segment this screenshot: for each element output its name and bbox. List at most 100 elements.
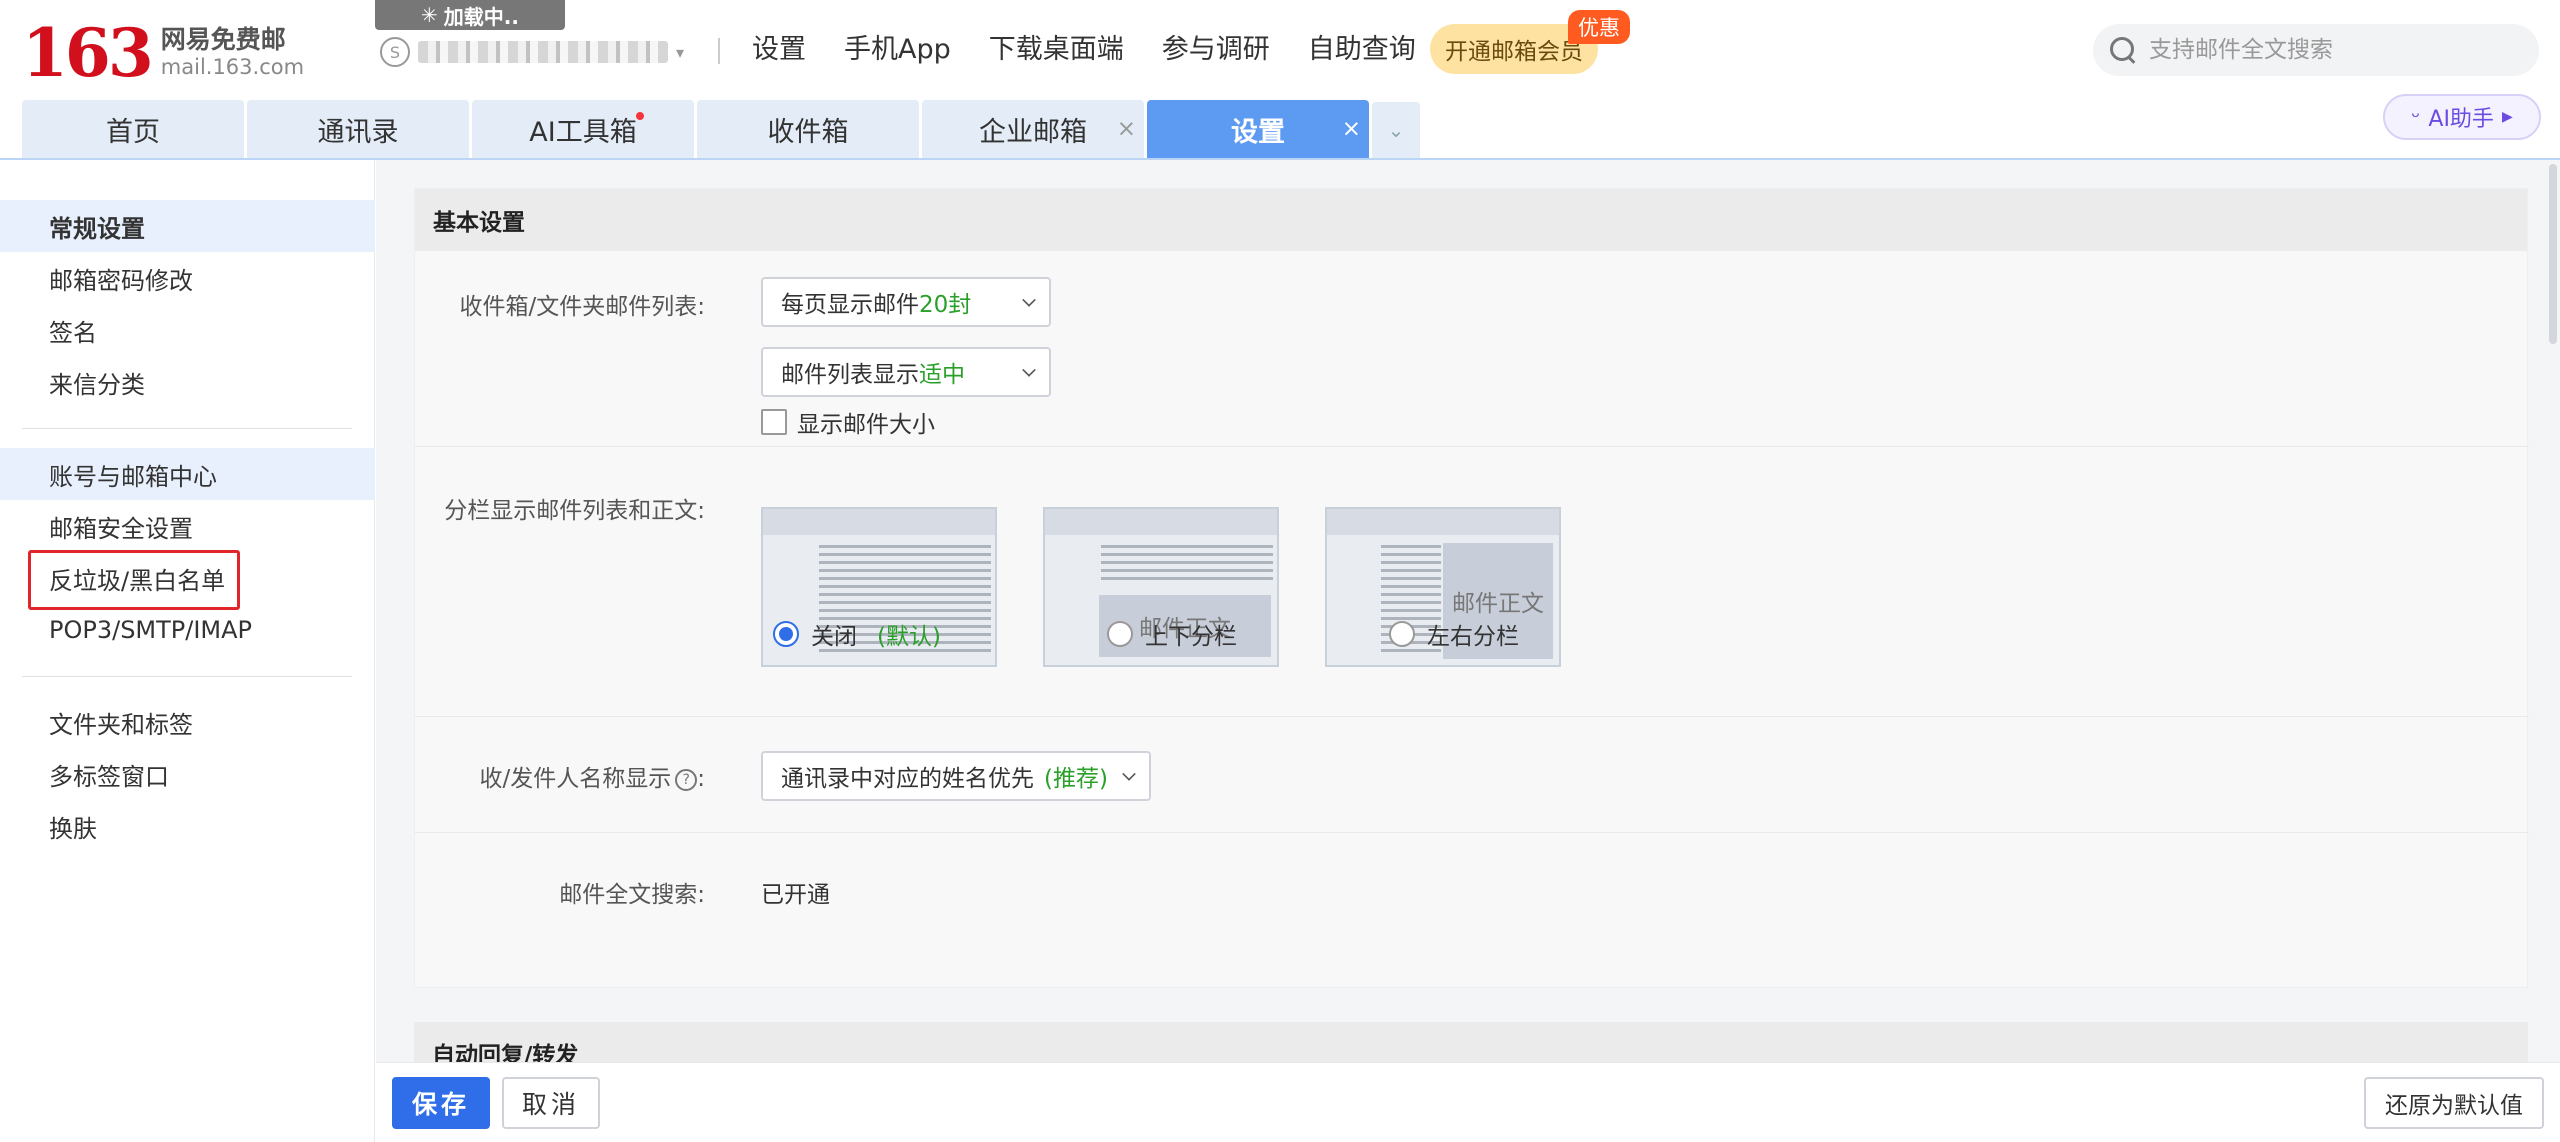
search-input[interactable] [2149, 37, 2509, 63]
row-name-display: 收/发件人名称显示?: 通讯录中对应的姓名优先 (推荐) [415, 717, 2529, 833]
sidebar-item-signature[interactable]: 签名 [0, 304, 375, 356]
loading-indicator: ✳ 加载中.. [375, 0, 565, 30]
close-icon[interactable]: × [1117, 116, 1136, 142]
tab-contacts[interactable]: 通讯录 [247, 100, 469, 158]
density-prefix: 邮件列表显示 [781, 362, 919, 388]
logo[interactable]: 163 网易免费邮 mail.163.com [22, 20, 304, 86]
tab-label: 通讯录 [317, 116, 399, 148]
row-fulltext-search: 邮件全文搜索: 已开通 [415, 833, 2529, 949]
sidebar-item-mail-rules[interactable]: 来信分类 [0, 356, 375, 408]
tab-label: 首页 [106, 116, 160, 148]
sidebar-item-multi-tab[interactable]: 多标签窗口 [0, 748, 375, 800]
ai-assistant-button[interactable]: ᵕ AI助手 ▶ [2383, 94, 2541, 140]
radio-checked-icon [773, 621, 799, 647]
sidebar-item-skin[interactable]: 换肤 [0, 800, 375, 852]
mail-list-label: 收件箱/文件夹邮件列表: [459, 294, 706, 320]
radio-split-top-bottom[interactable]: 上下分栏 [1107, 617, 1237, 651]
search-box [2093, 24, 2539, 76]
basic-settings-panel: 基本设置 收件箱/文件夹邮件列表: 每页显示邮件 20封 邮件列表显示 适中 显示邮… [414, 188, 2529, 988]
density-select[interactable]: 邮件列表显示 适中 [761, 347, 1051, 397]
sidebar-divider [22, 428, 352, 429]
tab-label: 收件箱 [767, 116, 849, 148]
radio-split-left-right[interactable]: 左右分栏 [1389, 617, 1519, 651]
nav-settings[interactable]: 设置 [752, 28, 806, 72]
account-selector[interactable]: S ▾ [380, 34, 684, 70]
show-size-checkbox[interactable]: 显示邮件大小 [761, 405, 935, 439]
reset-default-button[interactable]: 还原为默认值 [2364, 1077, 2544, 1129]
nav-survey[interactable]: 参与调研 [1162, 28, 1270, 72]
radio-split-off[interactable]: 关闭 (默认) [773, 617, 941, 651]
fulltext-label: 邮件全文搜索: [559, 882, 705, 908]
top-nav: 设置 手机App 下载桌面端 参与调研 自助查询 [752, 28, 1416, 72]
new-dot-badge [636, 112, 644, 120]
smile-icon: ᵕ [2411, 104, 2421, 130]
name-display-label: 收/发件人名称显示?: [479, 766, 706, 792]
chevron-down-icon [1122, 767, 1136, 781]
scrollbar[interactable] [2546, 160, 2560, 1062]
sidebar-item-security[interactable]: 邮箱安全设置 [0, 500, 375, 552]
radio-label: 左右分栏 [1427, 624, 1519, 650]
nav-self-service[interactable]: 自助查询 [1308, 28, 1416, 72]
sidebar-item-pop3-smtp-imap[interactable]: POP3/SMTP/IMAP [0, 604, 375, 656]
radio-icon [1107, 621, 1133, 647]
header: 163 网易免费邮 mail.163.com ✳ 加载中.. S ▾ 设置 手机… [0, 0, 2560, 100]
nav-download-desktop[interactable]: 下载桌面端 [989, 28, 1124, 72]
row-mail-list: 收件箱/文件夹邮件列表: 每页显示邮件 20封 邮件列表显示 适中 显示邮件大小 [415, 251, 2529, 447]
play-icon: ▶ [2501, 109, 2513, 125]
scrollbar-thumb[interactable] [2549, 164, 2557, 344]
section-title: 基本设置 [415, 189, 2527, 251]
search-icon[interactable] [2109, 36, 2137, 64]
auto-reply-section-title: 自动回复/转发 [414, 1022, 2528, 1062]
sidebar-item-folders-tags[interactable]: 文件夹和标签 [0, 696, 375, 748]
per-page-value: 20封 [919, 292, 972, 318]
settings-sidebar: 常规设置 邮箱密码修改 签名 来信分类 账号与邮箱中心 邮箱安全设置 反垃圾/黑… [0, 160, 375, 1142]
ai-assistant-label: AI助手 [2428, 107, 2494, 132]
account-email-blurred [418, 41, 668, 63]
help-icon[interactable]: ? [675, 768, 698, 791]
tab-bar: 首页 通讯录 AI工具箱 收件箱 企业邮箱 × 设置 × ⌄ [22, 100, 1420, 158]
logo-domain: mail.163.com [160, 55, 305, 80]
tab-enterprise-mail[interactable]: 企业邮箱 × [922, 100, 1144, 158]
divider [718, 38, 720, 64]
chevron-down-icon [1022, 293, 1036, 307]
tab-inbox[interactable]: 收件箱 [697, 100, 919, 158]
chevron-down-icon: ⌄ [1387, 118, 1405, 142]
chevron-down-icon: ▾ [676, 42, 685, 62]
radio-label: 上下分栏 [1145, 624, 1237, 650]
fulltext-status: 已开通 [761, 882, 830, 908]
settings-content: 基本设置 收件箱/文件夹邮件列表: 每页显示邮件 20封 邮件列表显示 适中 显示邮… [376, 160, 2560, 1062]
radio-icon [1389, 621, 1415, 647]
per-page-prefix: 每页显示邮件 [781, 292, 919, 318]
checkbox-icon [761, 409, 787, 435]
spinner-icon: ✳ [421, 3, 438, 27]
name-display-value: 通讯录中对应的姓名优先 [781, 766, 1034, 792]
tab-label: 企业邮箱 [979, 116, 1087, 148]
discount-badge: 优惠 [1568, 10, 1630, 44]
sidebar-item-general[interactable]: 常规设置 [0, 200, 375, 252]
nav-mobile-app[interactable]: 手机App [844, 28, 951, 72]
save-button[interactable]: 保存 [392, 1077, 490, 1129]
tab-ai-toolbox[interactable]: AI工具箱 [472, 100, 694, 158]
tab-home[interactable]: 首页 [22, 100, 244, 158]
tab-label: 设置 [1231, 116, 1285, 148]
highlight-box [28, 550, 240, 610]
cancel-button[interactable]: 取消 [502, 1077, 600, 1129]
sidebar-divider [22, 676, 352, 677]
tab-more-button[interactable]: ⌄ [1372, 102, 1420, 158]
show-size-label: 显示邮件大小 [797, 412, 935, 438]
close-icon[interactable]: × [1342, 116, 1361, 142]
recommended-hint: (推荐) [1044, 766, 1108, 792]
shield-s-icon: S [380, 37, 410, 67]
name-display-select[interactable]: 通讯录中对应的姓名优先 (推荐) [761, 751, 1151, 801]
radio-label: 关闭 [811, 624, 857, 650]
sidebar-item-account-center[interactable]: 账号与邮箱中心 [0, 448, 375, 500]
action-bar: 保存 取消 还原为默认值 [376, 1062, 2560, 1142]
density-value: 适中 [919, 362, 965, 388]
loading-text: 加载中.. [443, 4, 519, 29]
tab-settings[interactable]: 设置 × [1147, 100, 1369, 158]
default-hint: (默认) [877, 624, 941, 650]
chevron-down-icon [1022, 363, 1036, 377]
tab-label: AI工具箱 [529, 116, 637, 148]
sidebar-item-password[interactable]: 邮箱密码修改 [0, 252, 375, 304]
per-page-select[interactable]: 每页显示邮件 20封 [761, 277, 1051, 327]
